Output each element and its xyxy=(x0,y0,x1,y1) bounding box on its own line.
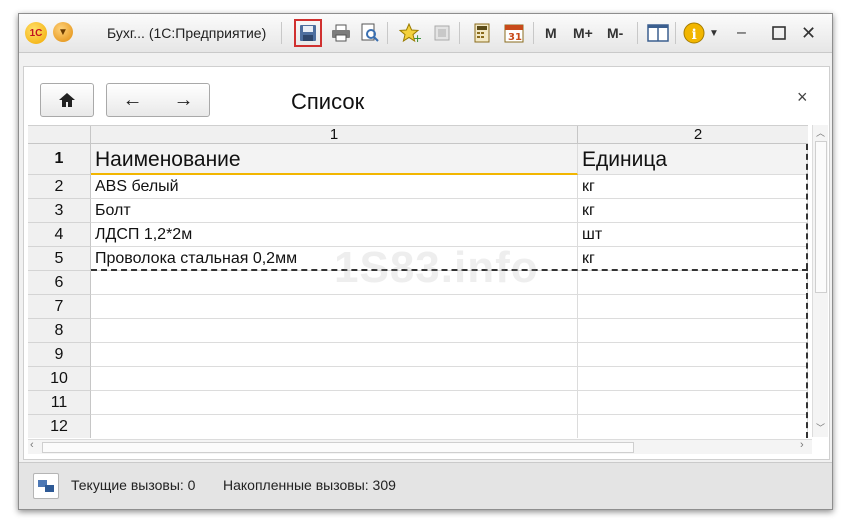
title-bar: 1С ▼ Бухг... (1С:Предприятие) + 31 M M+ … xyxy=(19,14,832,53)
accumulated-calls-text: Накопленные вызовы: 309 xyxy=(223,477,396,493)
svg-text:+: + xyxy=(413,32,421,43)
window-title: Бухг... (1С:Предприятие) xyxy=(107,25,267,41)
horizontal-scrollbar[interactable]: ‹ › xyxy=(28,439,812,454)
toolbar-separator xyxy=(675,22,676,44)
toolbar-separator xyxy=(533,22,534,44)
minimize-icon[interactable]: – xyxy=(737,22,746,44)
row-header[interactable]: 4 xyxy=(28,223,91,247)
row-header[interactable]: 6 xyxy=(28,271,91,295)
table-cell-unit[interactable] xyxy=(578,271,808,295)
header-cell-unit[interactable]: Единица xyxy=(578,144,808,175)
header-cell-name[interactable]: Наименование xyxy=(91,144,578,175)
row-header[interactable]: 11 xyxy=(28,391,91,415)
table-cell-unit[interactable] xyxy=(578,367,808,391)
info-dropdown-icon[interactable]: ▼ xyxy=(709,22,719,44)
status-bar: Текущие вызовы: 0 Накопленные вызовы: 30… xyxy=(19,462,832,509)
row-header[interactable]: 2 xyxy=(28,175,91,199)
print-preview-icon[interactable] xyxy=(359,22,381,44)
row-header[interactable]: 8 xyxy=(28,319,91,343)
memory-subtract-button[interactable]: M- xyxy=(607,22,623,44)
table-cell-unit[interactable]: кг xyxy=(578,199,808,223)
svg-text:31: 31 xyxy=(508,32,522,43)
corner-cell[interactable] xyxy=(28,126,91,144)
row-header[interactable]: 12 xyxy=(28,415,91,438)
print-area-right-border xyxy=(806,144,808,438)
table-cell-name[interactable] xyxy=(91,415,578,438)
back-arrow-icon[interactable]: ← xyxy=(123,89,143,112)
table-cell-unit[interactable] xyxy=(578,295,808,319)
table-cell-name[interactable] xyxy=(91,319,578,343)
windows-icon[interactable] xyxy=(647,22,669,44)
table-cell-unit[interactable] xyxy=(578,319,808,343)
calculator-icon[interactable] xyxy=(471,22,493,44)
column-header-2[interactable]: 2 xyxy=(578,126,808,144)
toolbar-separator xyxy=(281,22,282,44)
svg-text:i: i xyxy=(692,27,697,43)
row-header[interactable]: 9 xyxy=(28,343,91,367)
watermark: 1S83.info xyxy=(334,243,539,292)
main-menu-icon[interactable]: ▼ xyxy=(53,22,73,42)
table-cell-name[interactable] xyxy=(91,367,578,391)
row-header-1[interactable]: 1 xyxy=(28,144,91,175)
server-calls-icon[interactable] xyxy=(33,473,59,499)
home-button[interactable] xyxy=(40,83,94,117)
table-cell-unit[interactable] xyxy=(578,391,808,415)
toolbar-separator xyxy=(459,22,460,44)
column-header-1[interactable]: 1 xyxy=(91,126,578,144)
table-cell-unit[interactable]: кг xyxy=(578,175,808,199)
toolbar-separator xyxy=(637,22,638,44)
favorites-icon[interactable]: + xyxy=(399,22,421,44)
table-cell-unit[interactable] xyxy=(578,343,808,367)
row-header[interactable]: 3 xyxy=(28,199,91,223)
scroll-up-icon[interactable]: ︿ xyxy=(816,126,825,139)
save-icon[interactable] xyxy=(294,19,322,47)
history-nav-buttons: ← → xyxy=(106,83,210,117)
vertical-scrollbar[interactable]: ︿ ﹀ xyxy=(812,125,828,437)
1c-logo-icon[interactable]: 1С xyxy=(25,22,47,44)
row-header[interactable]: 7 xyxy=(28,295,91,319)
table-cell-unit[interactable]: кг xyxy=(578,247,808,271)
table-cell-name[interactable] xyxy=(91,391,578,415)
close-window-icon[interactable]: ✕ xyxy=(801,22,816,44)
forward-arrow-icon[interactable]: → xyxy=(174,89,194,112)
app-window: 1С ▼ Бухг... (1С:Предприятие) + 31 M M+ … xyxy=(18,13,833,510)
scroll-left-icon[interactable]: ‹ xyxy=(30,439,34,451)
form-title: Список xyxy=(291,89,365,114)
history-icon[interactable] xyxy=(431,22,453,44)
current-calls-text: Текущие вызовы: 0 xyxy=(71,477,196,493)
memory-button[interactable]: M xyxy=(545,22,557,44)
table-cell-unit[interactable]: шт xyxy=(578,223,808,247)
table-cell-name[interactable] xyxy=(91,343,578,367)
table-cell-name[interactable]: ABS белый xyxy=(91,175,578,199)
row-header[interactable]: 5 xyxy=(28,247,91,271)
horizontal-scroll-thumb[interactable] xyxy=(42,442,634,453)
printer-icon[interactable] xyxy=(330,22,352,44)
calendar-icon[interactable]: 31 xyxy=(503,22,525,44)
memory-add-button[interactable]: M+ xyxy=(573,22,593,44)
home-icon xyxy=(59,93,75,107)
close-form-icon[interactable]: × xyxy=(797,87,808,108)
info-icon[interactable]: i xyxy=(683,22,705,44)
scroll-right-icon[interactable]: › xyxy=(800,439,804,451)
toolbar-separator xyxy=(387,22,388,44)
scroll-down-icon[interactable]: ﹀ xyxy=(816,421,825,434)
table-cell-unit[interactable] xyxy=(578,415,808,438)
maximize-icon[interactable] xyxy=(771,22,787,44)
table-cell-name[interactable] xyxy=(91,295,578,319)
form-content: ← → Список × 1 2 1 Наименование Единица … xyxy=(23,66,830,460)
row-header[interactable]: 10 xyxy=(28,367,91,391)
vertical-scroll-thumb[interactable] xyxy=(815,141,827,293)
table-cell-name[interactable]: Болт xyxy=(91,199,578,223)
